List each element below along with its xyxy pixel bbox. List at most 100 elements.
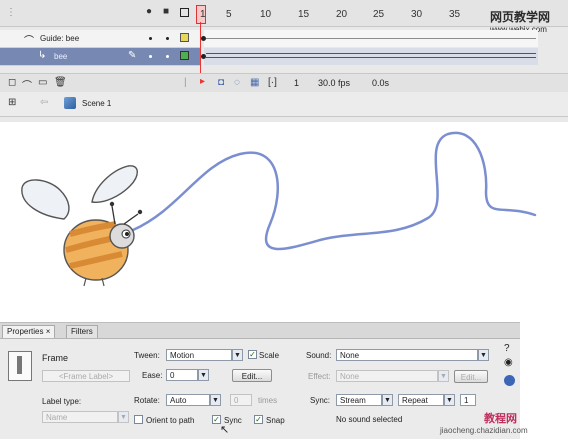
lock-icon[interactable]: ■ xyxy=(163,6,169,17)
visibility-dot[interactable] xyxy=(149,55,152,58)
sound-select[interactable]: None xyxy=(336,349,478,361)
effect-select[interactable]: None xyxy=(336,370,438,382)
outline-icon[interactable] xyxy=(180,8,189,17)
mouse-cursor-icon: ↖ xyxy=(220,424,230,436)
lock-dot[interactable] xyxy=(166,55,169,58)
tab-properties[interactable]: Properties × xyxy=(2,325,56,338)
layer-color-box[interactable] xyxy=(180,51,189,60)
snap-checkbox[interactable]: ✓ xyxy=(254,415,263,424)
ease-label: Ease: xyxy=(142,371,163,380)
timeline-toggle-icon[interactable]: ⊞ xyxy=(8,97,16,108)
rotate-times-input[interactable]: 0 xyxy=(230,394,252,406)
effect-edit-button[interactable]: Edit... xyxy=(454,370,488,383)
panel-grip-icon[interactable]: ⋮ xyxy=(6,7,16,18)
frame-number: 5 xyxy=(226,9,232,20)
chevron-down-icon[interactable]: ▼ xyxy=(232,349,243,361)
delete-layer-icon[interactable]: 🗑 xyxy=(54,77,67,88)
motion-guide-path xyxy=(131,131,537,251)
no-sound-text: No sound selected xyxy=(336,415,403,424)
accessibility-icon[interactable]: ◉ xyxy=(504,357,513,368)
stage[interactable] xyxy=(0,124,568,304)
tween-select[interactable]: Motion xyxy=(166,349,232,361)
sync-select[interactable]: Stream xyxy=(336,394,382,406)
edit-multiple-icon[interactable]: ▦ xyxy=(250,77,259,88)
edit-ease-button[interactable]: Edit... xyxy=(232,369,272,382)
timeline-toolbar: ◻ ⌒ ▭ 🗑 | ▸ ◘ ◌ ▦ [·] 1 30.0 fps 0.0s xyxy=(0,73,568,93)
frame-number: 20 xyxy=(336,9,348,20)
help-icon[interactable]: ? xyxy=(504,343,510,354)
guide-layer-icon: ⌒ xyxy=(24,36,34,47)
chevron-down-icon[interactable]: ▼ xyxy=(444,394,455,406)
chevron-down-icon[interactable]: ▼ xyxy=(210,394,221,406)
layer-row-bee[interactable]: ↳ bee ✎ xyxy=(0,48,200,66)
frame-heading: Frame xyxy=(42,353,69,363)
sync-select-label: Sync: xyxy=(310,396,331,405)
orient-label: Orient to path xyxy=(146,416,195,425)
onion-skin-icon[interactable]: ◘ xyxy=(218,77,224,88)
sound-label: Sound: xyxy=(306,351,332,360)
watermark2-text: 教程网 xyxy=(484,413,517,425)
visibility-dot[interactable] xyxy=(149,37,152,40)
breadcrumb-scene[interactable]: Scene 1 xyxy=(82,99,111,108)
layer-color-box[interactable] xyxy=(180,33,189,42)
frame-number: 15 xyxy=(298,9,310,20)
scale-label: Scale xyxy=(259,351,280,360)
guide-frames[interactable] xyxy=(201,30,538,47)
rotate-select[interactable]: Auto xyxy=(166,394,210,406)
tab-label: Properties xyxy=(7,327,44,336)
repeat-count-input[interactable]: 1 xyxy=(460,394,476,406)
frame-label-input[interactable]: <Frame Label> xyxy=(42,370,130,382)
effect-label: Effect: xyxy=(308,372,331,381)
frame-number: 30 xyxy=(411,9,423,20)
edit-bar: ⊞ ⇦ Scene 1 xyxy=(0,92,568,117)
watermark-text: 网页教学网 xyxy=(490,10,551,24)
layer-name[interactable]: bee xyxy=(54,52,67,61)
frame-number: 10 xyxy=(260,9,272,20)
ease-input[interactable]: 0 xyxy=(166,369,198,381)
chevron-down-icon[interactable]: ▼ xyxy=(478,349,489,361)
add-guide-icon[interactable]: ⌒ xyxy=(22,77,32,92)
chevron-down-icon[interactable]: ▼ xyxy=(382,394,393,406)
expand-icon[interactable] xyxy=(504,375,515,386)
chevron-down-icon[interactable]: ▼ xyxy=(118,411,129,423)
properties-panel: Properties × Filters Frame <Frame Label>… xyxy=(0,322,520,439)
span-line xyxy=(206,38,536,39)
frame-number: 1 xyxy=(200,9,206,20)
repeat-select[interactable]: Repeat xyxy=(398,394,444,406)
eye-icon[interactable]: ● xyxy=(146,6,152,17)
label-type-label: Label type: xyxy=(42,397,82,406)
orient-checkbox[interactable] xyxy=(134,415,143,424)
insert-folder-icon[interactable]: ▭ xyxy=(38,77,47,88)
frame-icon xyxy=(8,351,32,381)
label-type-select[interactable]: Name xyxy=(42,411,118,423)
times-label: times xyxy=(258,396,278,405)
bee-illustration xyxy=(21,165,143,287)
timeline-header xyxy=(0,0,568,27)
layer-name[interactable]: Guide: bee xyxy=(40,34,79,43)
tab-label: Filters xyxy=(71,327,93,336)
back-arrow-icon[interactable]: ⇦ xyxy=(40,97,48,108)
snap-label: Snap xyxy=(266,416,285,425)
lock-dot[interactable] xyxy=(166,37,169,40)
tween-line xyxy=(206,57,536,58)
tween-label: Tween: xyxy=(134,351,160,360)
timeline-panel: ⋮ ● ■ 1 5 10 15 20 25 30 35 网页教学网 www.we… xyxy=(0,0,568,122)
layer-row-guide[interactable]: ⌒ Guide: bee xyxy=(0,30,200,48)
modify-markers-icon[interactable]: [·] xyxy=(268,77,277,88)
chevron-down-icon[interactable]: ▼ xyxy=(438,370,449,382)
chevron-down-icon[interactable]: ▼ xyxy=(198,369,209,381)
bee-frames[interactable] xyxy=(201,48,538,65)
onion-outline-icon[interactable]: ◌ xyxy=(234,77,240,88)
center-frame-icon[interactable]: ▸ xyxy=(200,76,205,87)
scale-checkbox[interactable]: ✓ xyxy=(248,350,257,359)
tab-filters[interactable]: Filters xyxy=(66,325,98,338)
elapsed-time: 0.0s xyxy=(372,78,390,88)
frame-number: 35 xyxy=(449,9,461,20)
pencil-icon: ✎ xyxy=(128,50,137,61)
insert-layer-icon[interactable]: ◻ xyxy=(8,77,16,88)
current-frame: 1 xyxy=(294,78,300,88)
stage-canvas xyxy=(21,131,537,287)
rotate-label: Rotate: xyxy=(134,396,160,405)
tween-line xyxy=(206,53,536,54)
scroll-left-icon[interactable]: | xyxy=(184,77,187,88)
